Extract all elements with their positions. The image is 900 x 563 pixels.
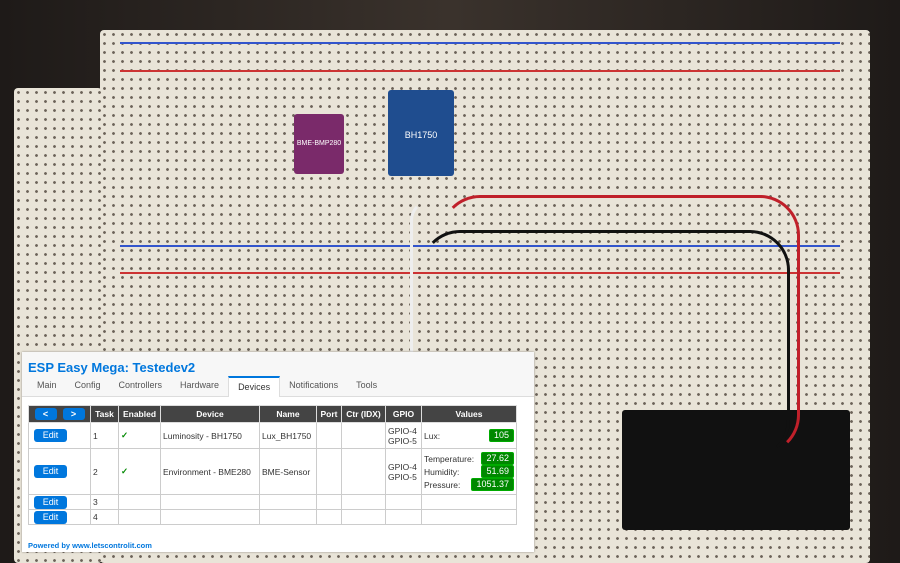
page-title: ESP Easy Mega: Testedev2 (28, 360, 196, 375)
values: Lux: 105 (421, 422, 517, 449)
devices-table: < > Task Enabled Device Name Port Ctr (ID… (28, 405, 517, 525)
gpio-pin: GPIO-5 (388, 471, 417, 482)
white-wire (410, 200, 450, 370)
footer-link[interactable]: Powered by www.letscontrolit.com (28, 541, 152, 550)
port (316, 422, 342, 449)
task-number: 3 (90, 494, 119, 510)
col-enabled: Enabled (118, 405, 161, 423)
edit-button[interactable]: Edit (34, 465, 67, 478)
value-label: Pressure: (424, 479, 461, 490)
nav-tabs: Main Config Controllers Hardware Devices… (28, 376, 386, 397)
ctr-idx (341, 422, 386, 449)
value-badge: 51.69 (481, 465, 514, 478)
tab-hardware[interactable]: Hardware (171, 376, 228, 397)
device-type: Environment - BME280 (160, 448, 260, 495)
col-values: Values (421, 405, 517, 423)
table-row: Edit 4 (28, 509, 517, 525)
edit-button[interactable]: Edit (34, 495, 67, 509)
bme280-sensor: BME-BMP280 (294, 114, 344, 174)
table-row: Edit 1 ✓ Luminosity - BH1750 Lux_BH1750 … (28, 422, 517, 449)
enabled-check-icon: ✓ (118, 448, 161, 495)
tab-devices[interactable]: Devices (228, 376, 281, 397)
tab-notifications[interactable]: Notifications (280, 376, 347, 397)
table-row: Edit 3 (28, 494, 517, 510)
values: Temperature: 27.62 Humidity: 51.69 Pressur… (421, 448, 517, 495)
col-name: Name (259, 405, 317, 423)
header: ESP Easy Mega: Testedev2 Main Config Con… (22, 352, 534, 397)
rail-blue (120, 42, 840, 44)
task-number: 4 (90, 509, 119, 525)
gpio-pin: GPIO-5 (388, 435, 417, 446)
port (316, 448, 342, 495)
col-gpio: GPIO (385, 405, 422, 423)
tab-config[interactable]: Config (66, 376, 110, 397)
ctr-idx (341, 448, 386, 495)
col-device: Device (160, 405, 260, 423)
gpio: GPIO-4 GPIO-5 (385, 448, 422, 495)
device-name: Lux_BH1750 (259, 422, 317, 449)
col-port: Port (316, 405, 342, 423)
esp-easy-window: ESP Easy Mega: Testedev2 Main Config Con… (22, 352, 534, 552)
tab-tools[interactable]: Tools (347, 376, 386, 397)
bh1750-sensor: BH1750 (388, 90, 454, 176)
table-header: < > Task Enabled Device Name Port Ctr (ID… (28, 405, 517, 423)
chip-label: BME-BMP280 (296, 140, 342, 147)
prev-page-button[interactable]: < (34, 408, 57, 420)
gpio-pin: GPIO-4 (388, 425, 417, 436)
value-label: Humidity: (424, 466, 460, 477)
value-label: Temperature: (424, 453, 475, 464)
rail-red (120, 70, 840, 72)
edit-button[interactable]: Edit (34, 429, 67, 442)
chip-label: BH1750 (404, 130, 438, 140)
value-badge: 27.62 (481, 452, 514, 465)
next-page-button[interactable]: > (62, 408, 85, 420)
tab-main[interactable]: Main (28, 376, 66, 397)
device-type: Luminosity - BH1750 (160, 422, 260, 449)
task-number: 2 (90, 448, 119, 495)
value-badge: 105 (488, 429, 514, 442)
device-name: BME-Sensor (259, 448, 317, 495)
value-badge: 1051.37 (471, 478, 514, 491)
edit-button[interactable]: Edit (34, 510, 67, 524)
gpio: GPIO-4 GPIO-5 (385, 422, 422, 449)
gpio-pin: GPIO-4 (388, 461, 417, 472)
enabled-check-icon: ✓ (118, 422, 161, 449)
value-label: Lux: (424, 430, 441, 441)
task-number: 1 (90, 422, 119, 449)
tab-controllers[interactable]: Controllers (110, 376, 172, 397)
table-row: Edit 2 ✓ Environment - BME280 BME-Sensor… (28, 448, 517, 495)
col-ctr: Ctr (IDX) (341, 405, 386, 423)
col-task: Task (90, 405, 119, 423)
